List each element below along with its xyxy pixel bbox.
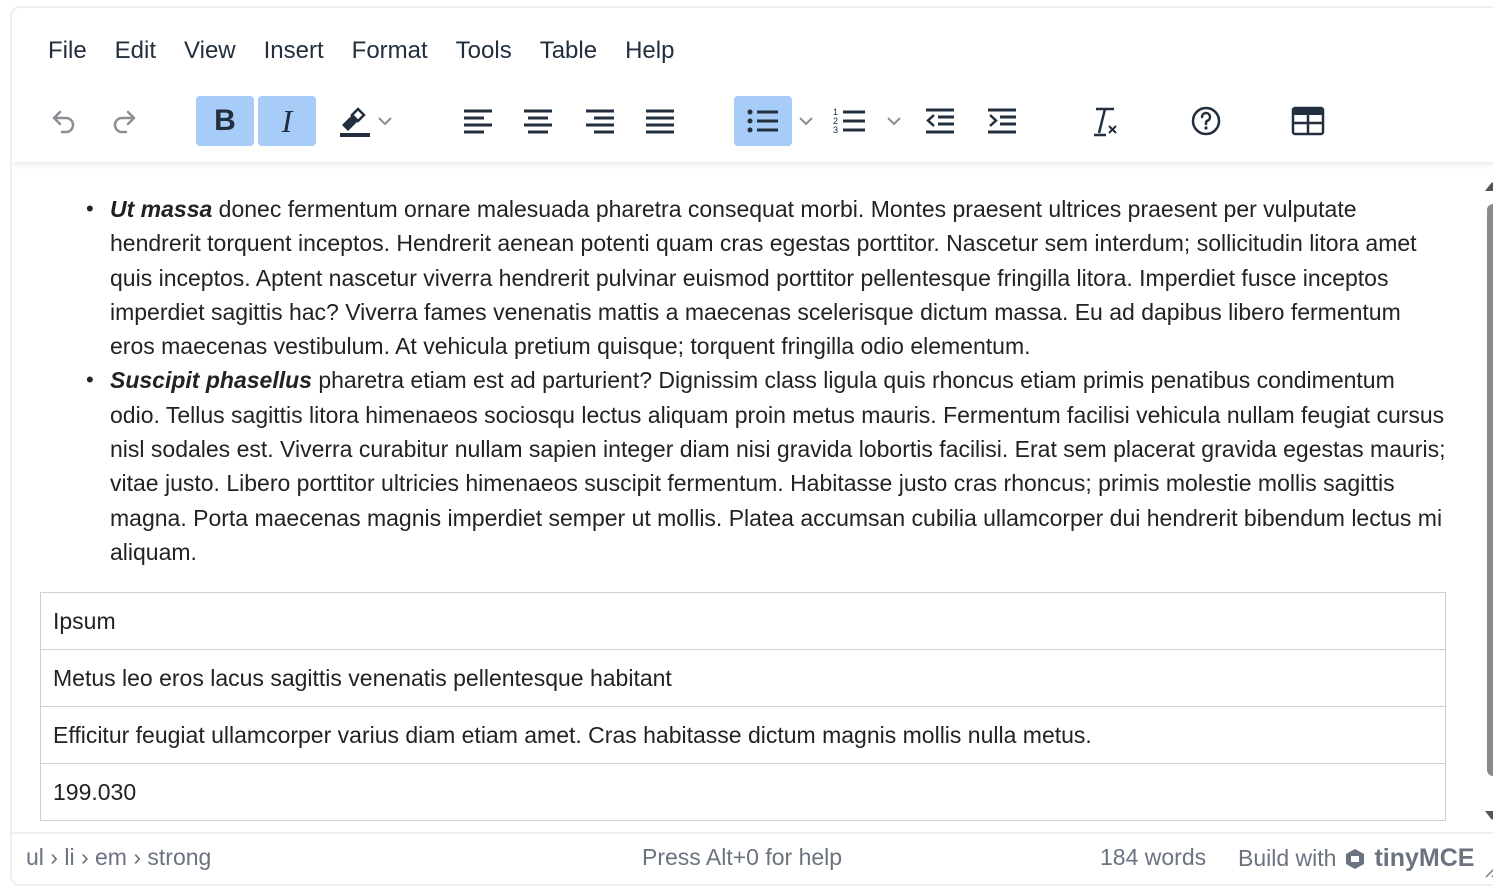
list-item-text: donec fermentum ornare malesuada pharetr… xyxy=(110,196,1417,360)
table-button[interactable] xyxy=(1286,96,1330,146)
word-count[interactable]: 184 words xyxy=(1100,844,1206,871)
table-cell[interactable]: 199.030 xyxy=(40,763,1446,821)
table-row: 199.030 xyxy=(40,763,1446,821)
justify-button[interactable] xyxy=(640,96,680,146)
bullet-marker: • xyxy=(86,196,94,221)
table-row: Ipsum xyxy=(40,592,1446,650)
numbered-list-icon: 1 2 3 xyxy=(833,107,865,135)
align-right-button[interactable] xyxy=(580,96,620,146)
help-hint: Press Alt+0 for help xyxy=(642,844,843,870)
table-cell[interactable]: Efficitur feugiat ullamcorper varius dia… xyxy=(40,706,1446,764)
table-cell[interactable]: Metus leo eros lacus sagittis venenatis … xyxy=(40,649,1446,707)
bullet-list-button[interactable] xyxy=(734,96,792,146)
menu-tools[interactable]: Tools xyxy=(442,30,526,72)
highlight-icon xyxy=(340,107,370,137)
list-item-lead: Ut massa xyxy=(110,196,213,222)
menu-file[interactable]: File xyxy=(34,30,101,72)
undo-icon xyxy=(52,110,75,134)
element-path[interactable]: ul › li › em › strong xyxy=(26,844,211,871)
tinymce-logo-icon xyxy=(1346,848,1365,869)
undo-button[interactable] xyxy=(40,96,84,146)
align-left-icon xyxy=(464,109,492,134)
outdent-icon xyxy=(926,108,954,134)
align-center-button[interactable] xyxy=(518,96,558,146)
bullet-list-icon xyxy=(747,109,778,133)
help-button[interactable] xyxy=(1186,96,1226,146)
brand-name: tinyMCE xyxy=(1374,844,1475,872)
list-item[interactable]: • Ut massa donec fermentum ornare malesu… xyxy=(86,192,1450,363)
bullet-marker: • xyxy=(86,367,94,393)
menu-help[interactable]: Help xyxy=(611,30,688,72)
bold-icon: B xyxy=(214,104,236,137)
scroll-thumb[interactable] xyxy=(1487,204,1493,776)
menu-view[interactable]: View xyxy=(170,30,250,72)
scroll-up-arrow-icon[interactable] xyxy=(1485,182,1493,191)
menubar: File Edit View Insert Format Tools Table… xyxy=(34,30,688,72)
menu-format[interactable]: Format xyxy=(338,30,442,72)
align-left-button[interactable] xyxy=(458,96,498,146)
list-item[interactable]: • Suscipit phasellus pharetra etiam est … xyxy=(86,363,1450,569)
numbered-list-dropdown[interactable] xyxy=(882,96,906,146)
redo-icon xyxy=(113,110,136,134)
italic-icon: I xyxy=(281,102,293,139)
chevron-down-icon xyxy=(378,117,392,126)
menu-insert[interactable]: Insert xyxy=(250,30,338,72)
menu-edit[interactable]: Edit xyxy=(101,30,170,72)
bold-button[interactable]: B xyxy=(196,96,254,146)
statusbar: ul › li › em › strong Press Alt+0 for he… xyxy=(12,832,1493,880)
brand-link[interactable]: Build with tinyMCE xyxy=(1238,844,1474,873)
italic-button[interactable]: I xyxy=(258,96,316,146)
align-center-icon xyxy=(524,109,552,134)
numbered-list-button[interactable]: 1 2 3 xyxy=(830,96,870,146)
table-row: Metus leo eros lacus sagittis venenatis … xyxy=(40,649,1446,707)
svg-text:3: 3 xyxy=(833,125,838,135)
chevron-down-icon xyxy=(799,117,813,126)
justify-icon xyxy=(646,109,674,134)
indent-button[interactable] xyxy=(982,96,1022,146)
toolbar: B I 1 2 3 xyxy=(12,96,1493,146)
highlight-color-button[interactable] xyxy=(328,96,402,146)
content-table: Ipsum Metus leo eros lacus sagittis vene… xyxy=(40,592,1446,821)
table-row: Efficitur feugiat ullamcorper varius dia… xyxy=(40,706,1446,764)
indent-icon xyxy=(988,108,1016,134)
editor-content[interactable]: • Ut massa donec fermentum ornare malesu… xyxy=(12,162,1482,832)
clear-formatting-icon xyxy=(1094,107,1117,137)
clear-formatting-button[interactable] xyxy=(1084,96,1124,146)
bullet-list-dropdown[interactable] xyxy=(794,96,818,146)
menu-table[interactable]: Table xyxy=(526,30,611,72)
editor-container: File Edit View Insert Format Tools Table… xyxy=(10,6,1493,886)
help-icon xyxy=(1191,106,1221,136)
bullet-list: • Ut massa donec fermentum ornare malesu… xyxy=(86,192,1450,569)
list-item-lead: Suscipit phasellus xyxy=(110,367,312,394)
editor-header: File Edit View Insert Format Tools Table… xyxy=(12,8,1493,162)
resize-handle-icon[interactable] xyxy=(1483,862,1493,878)
vertical-scrollbar[interactable] xyxy=(1481,178,1493,828)
outdent-button[interactable] xyxy=(920,96,960,146)
table-cell[interactable]: Ipsum xyxy=(40,592,1446,650)
table-icon xyxy=(1291,106,1325,136)
align-right-icon xyxy=(586,109,614,134)
redo-button[interactable] xyxy=(104,96,148,146)
chevron-down-icon xyxy=(887,117,901,126)
build-with-label: Build with xyxy=(1238,845,1337,871)
scroll-down-arrow-icon[interactable] xyxy=(1485,811,1493,820)
list-item-text: pharetra etiam est ad parturient? Dignis… xyxy=(110,367,1446,565)
